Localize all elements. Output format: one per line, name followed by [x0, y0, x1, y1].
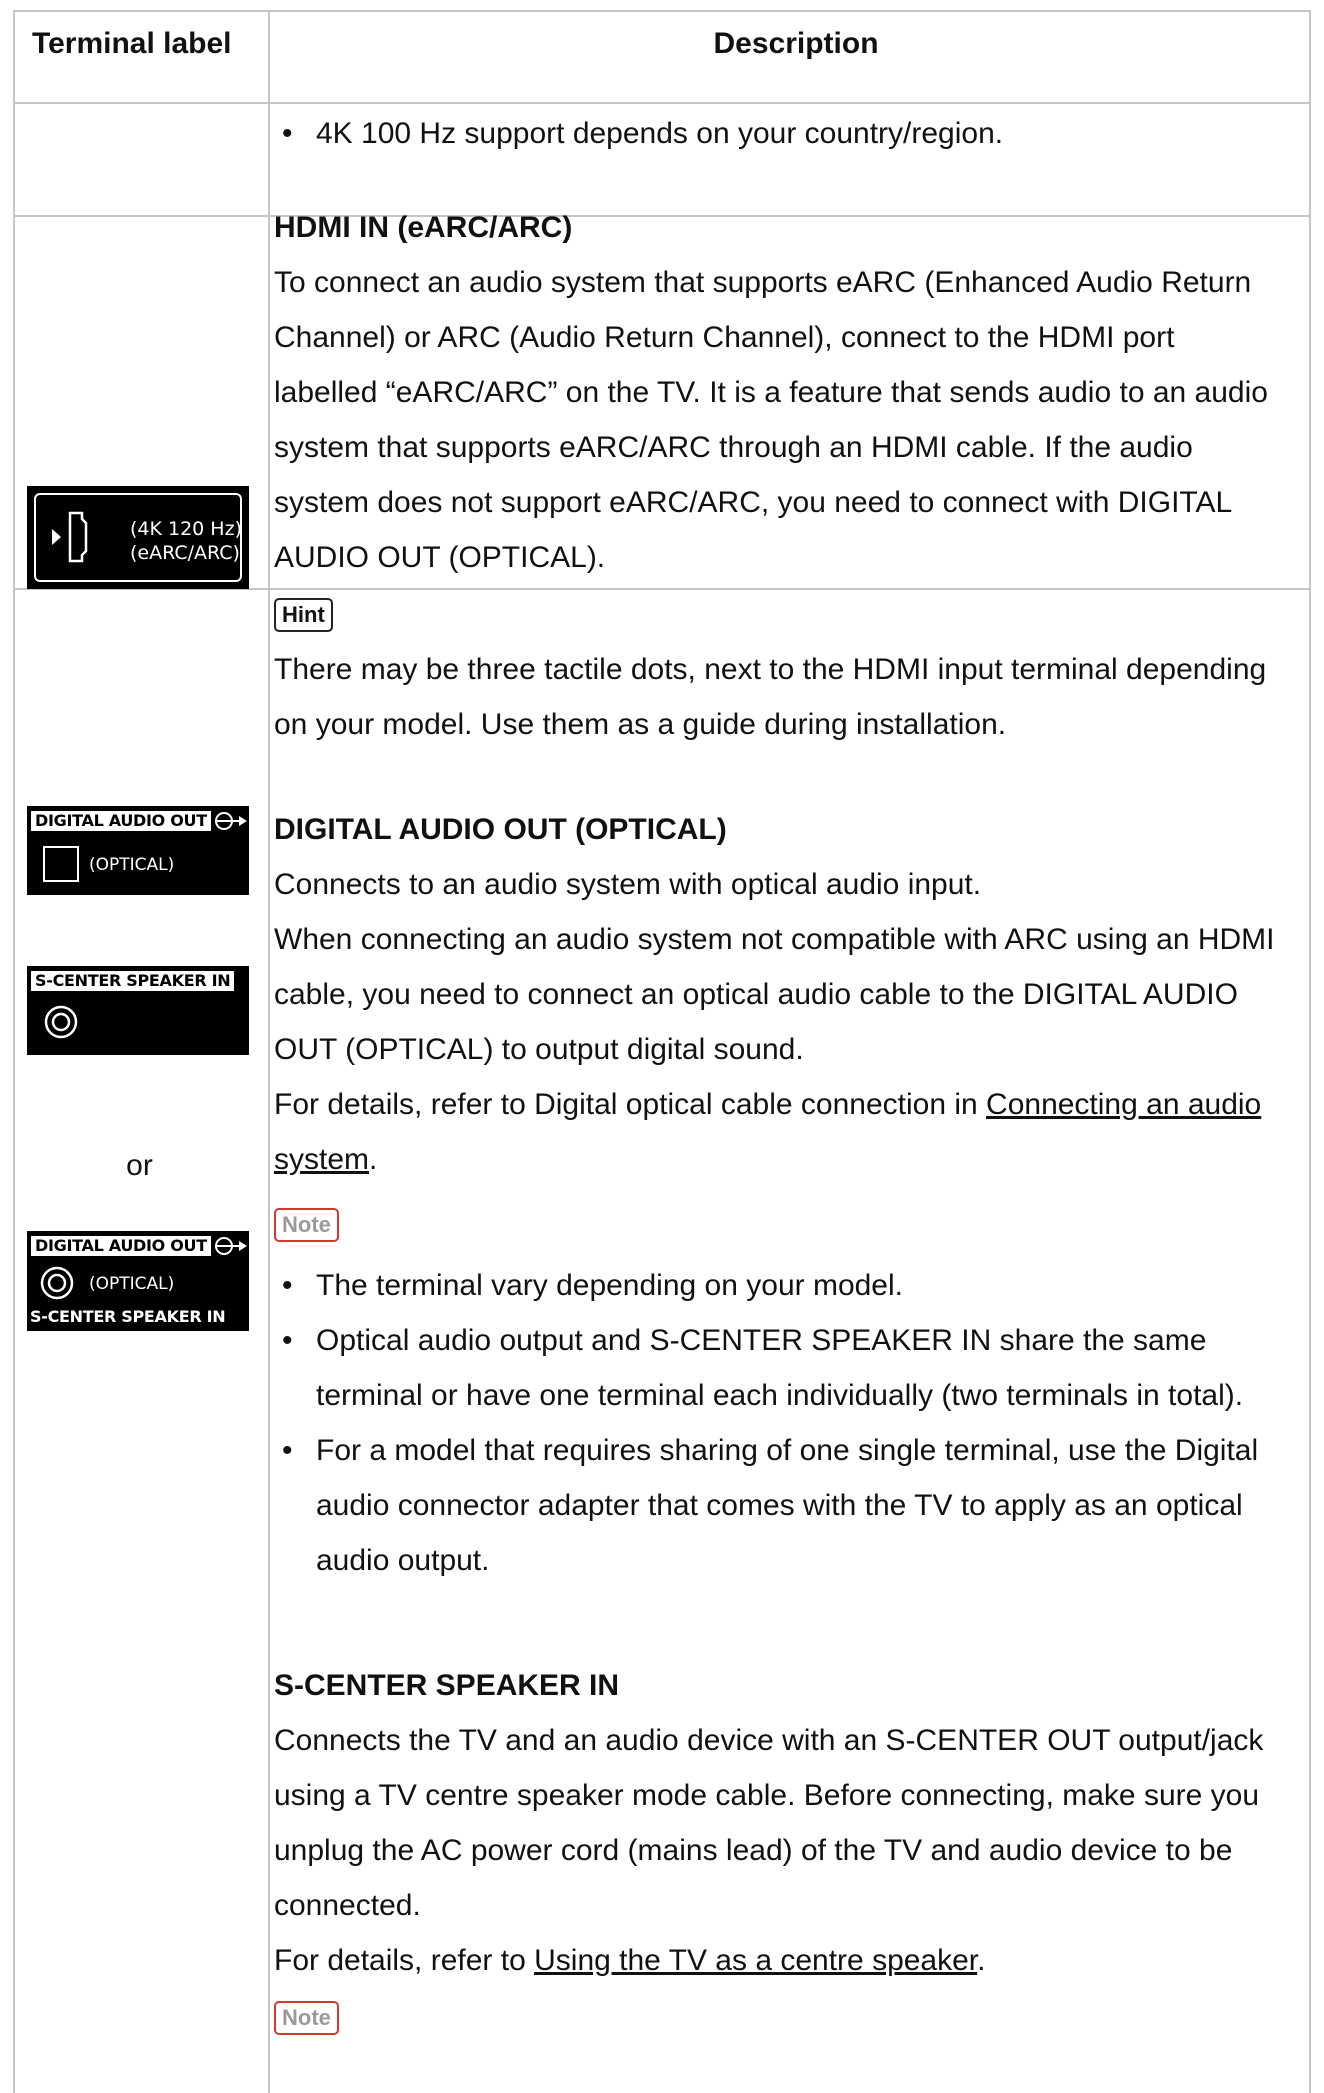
terminal-sub-text: (OPTICAL)	[89, 855, 175, 875]
terminal-sub-text: (OPTICAL)	[89, 1274, 175, 1294]
hdmi-port-icon	[52, 511, 88, 563]
output-arrow-icon	[215, 812, 247, 830]
details-suffix: .	[369, 1143, 378, 1176]
digital-audio-out-terminal-image: DIGITAL AUDIO OUT (OPTICAL)	[27, 806, 249, 895]
optical-heading: DIGITAL AUDIO OUT (OPTICAL)	[274, 813, 727, 846]
header-description: Description	[713, 27, 879, 60]
column-divider	[268, 12, 270, 2093]
header-terminal-label: Terminal label	[32, 27, 232, 60]
s-center-body: Connects the TV and an audio device with…	[274, 1724, 1264, 1922]
list-item: 4K 100 Hz support depends on your countr…	[274, 106, 1284, 161]
details-suffix: .	[977, 1944, 986, 1977]
list-item: The terminal vary depending on your mode…	[274, 1258, 1284, 1313]
terminal-label-text: S-CENTER SPEAKER IN	[30, 970, 236, 992]
list-item: Optical audio output and S-CENTER SPEAKE…	[274, 1313, 1284, 1423]
s-center-details: For details, refer to Using the TV as a …	[274, 1933, 1284, 1988]
optical-details: For details, refer to Digital optical ca…	[274, 1077, 1284, 1187]
row-hdmi-description: HDMI IN (eARC/ARC) To connect an audio s…	[274, 200, 1284, 752]
note-badge: Note	[274, 1207, 339, 1242]
note-badge: Note	[274, 2000, 339, 2035]
hdmi-body: To connect an audio system that supports…	[274, 266, 1268, 574]
notes-list: The terminal vary depending on your mode…	[274, 1258, 1284, 1588]
list-item: For a model that requires sharing of one…	[274, 1423, 1284, 1588]
hint-text: There may be three tactile dots, next to…	[274, 653, 1267, 741]
optical-line-1: Connects to an audio system with optical…	[274, 868, 982, 901]
or-separator: or	[126, 1149, 153, 1182]
s-center-speaker-in-terminal-image: S-CENTER SPEAKER IN	[27, 966, 249, 1055]
optical-line-2: When connecting an audio system not comp…	[274, 923, 1275, 1066]
terminal-label-text: S-CENTER SPEAKER IN	[30, 1307, 226, 1326]
row-optical-description: DIGITAL AUDIO OUT (OPTICAL) Connects to …	[274, 802, 1284, 2045]
jack-port-icon	[44, 1005, 78, 1039]
terminal-label-text: DIGITAL AUDIO OUT	[30, 810, 212, 832]
hdmi-terminal-spec: (4K 120 Hz)	[130, 518, 242, 540]
row-4k-description: 4K 100 Hz support depends on your countr…	[274, 106, 1284, 161]
hdmi-terminal-mode: (eARC/ARC)	[130, 542, 240, 564]
centre-speaker-link[interactable]: Using the TV as a centre speaker	[534, 1944, 977, 1977]
details-text: For details, refer to Digital optical ca…	[274, 1088, 987, 1121]
hdmi-terminal-image: (4K 120 Hz) (eARC/ARC)	[27, 486, 249, 589]
shared-terminal-image: DIGITAL AUDIO OUT (OPTICAL) S-CENTER SPE…	[27, 1231, 249, 1331]
details-text: For details, refer to	[274, 1944, 535, 1977]
row-divider	[15, 102, 1309, 104]
terminal-label-text: DIGITAL AUDIO OUT	[30, 1235, 212, 1257]
output-arrow-icon	[215, 1237, 247, 1255]
s-center-heading: S-CENTER SPEAKER IN	[274, 1669, 620, 1702]
jack-port-icon	[40, 1266, 74, 1300]
hdmi-heading: HDMI IN (eARC/ARC)	[274, 211, 573, 244]
optical-port-icon	[43, 846, 79, 882]
hint-badge: Hint	[274, 597, 333, 632]
